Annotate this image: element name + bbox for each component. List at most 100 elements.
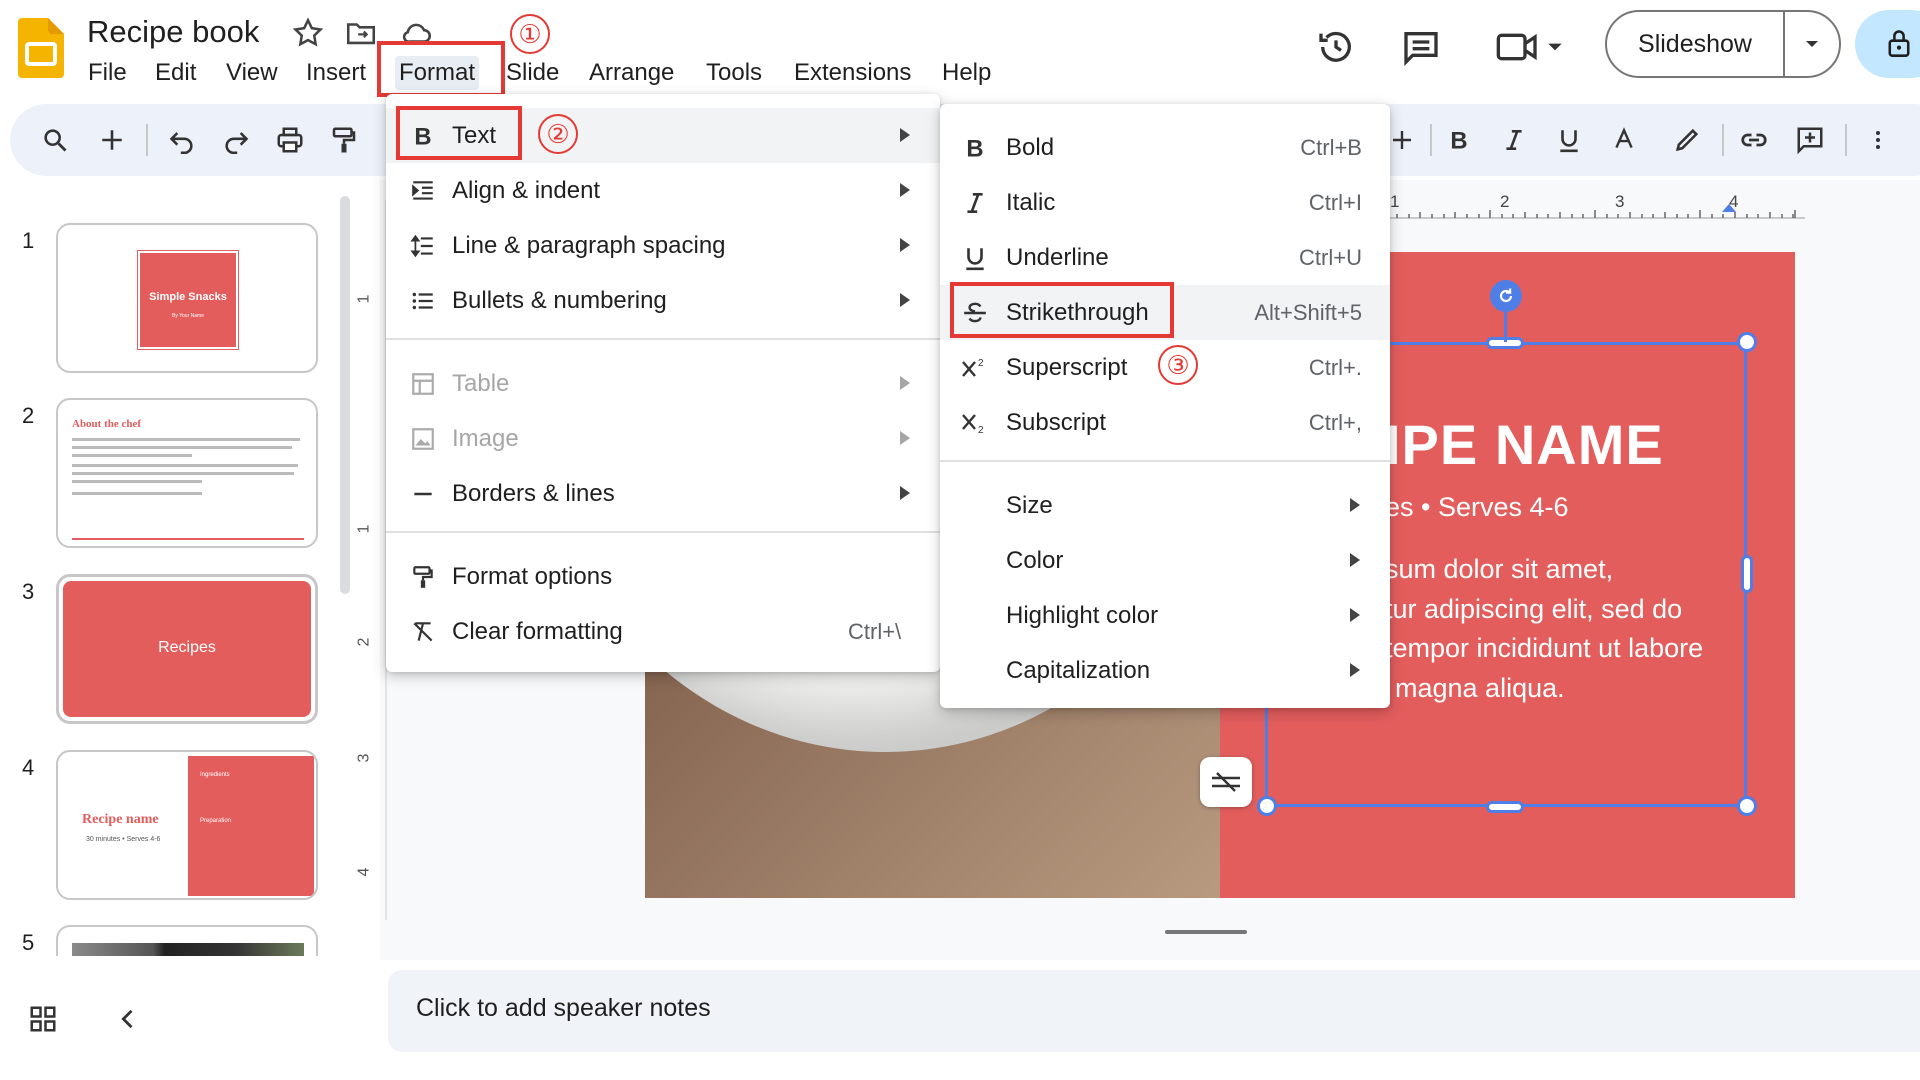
thumb5-images bbox=[72, 943, 304, 956]
text-color-icon[interactable] bbox=[1602, 118, 1646, 162]
format-menu-borders-lines[interactable]: Borders & lines bbox=[386, 466, 940, 521]
vertical-ruler bbox=[358, 200, 388, 920]
submenu-arrow-icon bbox=[900, 128, 910, 142]
notes-resize-grip[interactable] bbox=[1165, 930, 1247, 934]
slideshow-dropdown-icon[interactable] bbox=[1785, 12, 1839, 76]
search-menus-icon[interactable] bbox=[33, 118, 77, 162]
step-1-marker: ① bbox=[510, 14, 550, 54]
slide-thumbnail-3[interactable]: Recipes bbox=[56, 574, 318, 724]
no-wrap-overflow-icon[interactable] bbox=[1200, 757, 1252, 807]
format-menu-line-spacing[interactable]: Line & paragraph spacing bbox=[386, 218, 940, 273]
ruler-label: 1 bbox=[1390, 192, 1400, 211]
speaker-notes-placeholder[interactable]: Click to add speaker notes bbox=[416, 994, 711, 1023]
text-submenu-size[interactable]: Size bbox=[940, 478, 1390, 533]
menu-extensions[interactable]: Extensions bbox=[790, 56, 915, 90]
slide-thumbnail-1[interactable]: Simple Snacks By Your Name bbox=[56, 223, 318, 373]
horizontal-ruler bbox=[1385, 190, 1805, 224]
thumb1-subtitle: By Your Name bbox=[172, 313, 204, 319]
resize-handle-bottom[interactable] bbox=[1486, 801, 1524, 813]
format-menu-align-indent[interactable]: Align & indent bbox=[386, 163, 940, 218]
redo-icon[interactable] bbox=[214, 118, 258, 162]
menu-arrange[interactable]: Arrange bbox=[585, 56, 678, 90]
slideshow-label[interactable]: Slideshow bbox=[1607, 12, 1783, 76]
rotate-handle-stem bbox=[1504, 312, 1507, 342]
slide-thumbnail-2[interactable]: About the chef bbox=[56, 398, 318, 548]
text-submenu-underline[interactable]: Underline Ctrl+U bbox=[940, 230, 1390, 285]
menu-item-label: Color bbox=[1006, 546, 1064, 574]
ruler-label: 4 bbox=[1729, 192, 1739, 211]
text-submenu-highlight-color[interactable]: Highlight color bbox=[940, 588, 1390, 643]
menu-tools[interactable]: Tools bbox=[702, 56, 766, 90]
menu-help[interactable]: Help bbox=[938, 56, 995, 90]
collapse-panel-icon[interactable] bbox=[114, 1004, 142, 1034]
menu-edit[interactable]: Edit bbox=[151, 56, 200, 90]
add-comment-icon[interactable] bbox=[1788, 118, 1832, 162]
text-submenu-color[interactable]: Color bbox=[940, 533, 1390, 588]
grid-view-icon[interactable] bbox=[28, 1004, 58, 1034]
highlight-pen-icon[interactable] bbox=[1665, 118, 1709, 162]
version-history-icon[interactable] bbox=[1311, 22, 1361, 72]
format-menu-image[interactable]: Image bbox=[386, 411, 940, 466]
new-slide-plus-icon[interactable] bbox=[90, 118, 134, 162]
text-submenu-capitalization[interactable]: Capitalization bbox=[940, 643, 1390, 698]
menu-item-shortcut: Ctrl+B bbox=[1300, 134, 1362, 160]
thumb4-subtitle: 30 minutes • Serves 4-6 bbox=[86, 836, 161, 843]
menu-separator bbox=[386, 531, 940, 533]
move-folder-icon[interactable] bbox=[344, 16, 378, 50]
lock-icon bbox=[1885, 28, 1913, 58]
svg-text:2: 2 bbox=[978, 358, 984, 369]
ruler-label: 3 bbox=[1615, 192, 1625, 211]
slide-number: 3 bbox=[22, 579, 35, 604]
menu-item-shortcut: Ctrl+I bbox=[1308, 189, 1362, 215]
resize-handle-right[interactable] bbox=[1741, 555, 1753, 593]
speaker-notes-panel[interactable]: Click to add speaker notes bbox=[388, 970, 1920, 1052]
resize-handle-bottom-left[interactable] bbox=[1257, 796, 1277, 816]
more-options-icon[interactable] bbox=[1856, 118, 1900, 162]
slide-thumbnail-4[interactable]: Recipe name 30 minutes • Serves 4-6 Ingr… bbox=[56, 750, 318, 900]
insert-link-icon[interactable] bbox=[1732, 118, 1776, 162]
thumb2-title: About the chef bbox=[72, 418, 142, 430]
undo-icon[interactable] bbox=[160, 118, 204, 162]
menu-file[interactable]: File bbox=[84, 56, 131, 90]
menu-separator bbox=[940, 460, 1390, 462]
format-menu-format-options[interactable]: Format options bbox=[386, 549, 940, 604]
format-menu-clear-formatting[interactable]: Clear formatting Ctrl+\ bbox=[386, 604, 940, 659]
menu-item-label: Clear formatting bbox=[452, 617, 623, 645]
text-submenu-bold[interactable]: B Bold Ctrl+B bbox=[940, 120, 1390, 175]
print-icon[interactable] bbox=[268, 118, 312, 162]
filmstrip-scrollbar[interactable] bbox=[340, 196, 350, 594]
menu-item-label: Line & paragraph spacing bbox=[452, 231, 726, 259]
format-menu-bullets[interactable]: Bullets & numbering bbox=[386, 273, 940, 328]
thumb1-title: Simple Snacks bbox=[149, 291, 227, 303]
italic-icon[interactable] bbox=[1492, 118, 1536, 162]
resize-handle-bottom-right[interactable] bbox=[1737, 796, 1757, 816]
document-title[interactable]: Recipe book bbox=[87, 14, 259, 50]
share-button[interactable] bbox=[1855, 10, 1920, 78]
menu-item-shortcut: Ctrl+U bbox=[1299, 244, 1362, 270]
slide-thumbnail-5[interactable] bbox=[56, 925, 318, 956]
menu-item-label: Bullets & numbering bbox=[452, 286, 667, 314]
paint-format-icon[interactable] bbox=[322, 118, 366, 162]
bulleted-list-icon bbox=[408, 286, 438, 316]
resize-handle-top-right[interactable] bbox=[1737, 332, 1757, 352]
slides-logo-icon[interactable] bbox=[18, 18, 64, 78]
bold-icon[interactable]: B bbox=[1437, 118, 1481, 162]
thumb2-text-line bbox=[72, 454, 192, 457]
rotate-handle-icon[interactable] bbox=[1490, 280, 1522, 312]
submenu-arrow-icon bbox=[1350, 498, 1360, 512]
meet-camera-icon[interactable] bbox=[1490, 22, 1570, 72]
text-submenu-subscript[interactable]: 2 Subscript Ctrl+, bbox=[940, 395, 1390, 450]
text-submenu-italic[interactable]: Italic Ctrl+I bbox=[940, 175, 1390, 230]
ruler-label: 2 bbox=[355, 637, 373, 647]
thumb4-red-panel: Ingredients Preparation bbox=[188, 756, 314, 896]
slideshow-button[interactable]: Slideshow bbox=[1605, 10, 1841, 78]
menu-slide[interactable]: Slide bbox=[502, 56, 563, 90]
menu-item-label: Capitalization bbox=[1006, 656, 1151, 684]
format-menu-table[interactable]: Table bbox=[386, 356, 940, 411]
star-icon[interactable] bbox=[291, 16, 325, 50]
thumb2-accent-line bbox=[72, 538, 304, 540]
menu-insert[interactable]: Insert bbox=[302, 56, 370, 90]
underline-icon[interactable] bbox=[1547, 118, 1591, 162]
comments-icon[interactable] bbox=[1396, 22, 1446, 72]
menu-view[interactable]: View bbox=[222, 56, 282, 90]
